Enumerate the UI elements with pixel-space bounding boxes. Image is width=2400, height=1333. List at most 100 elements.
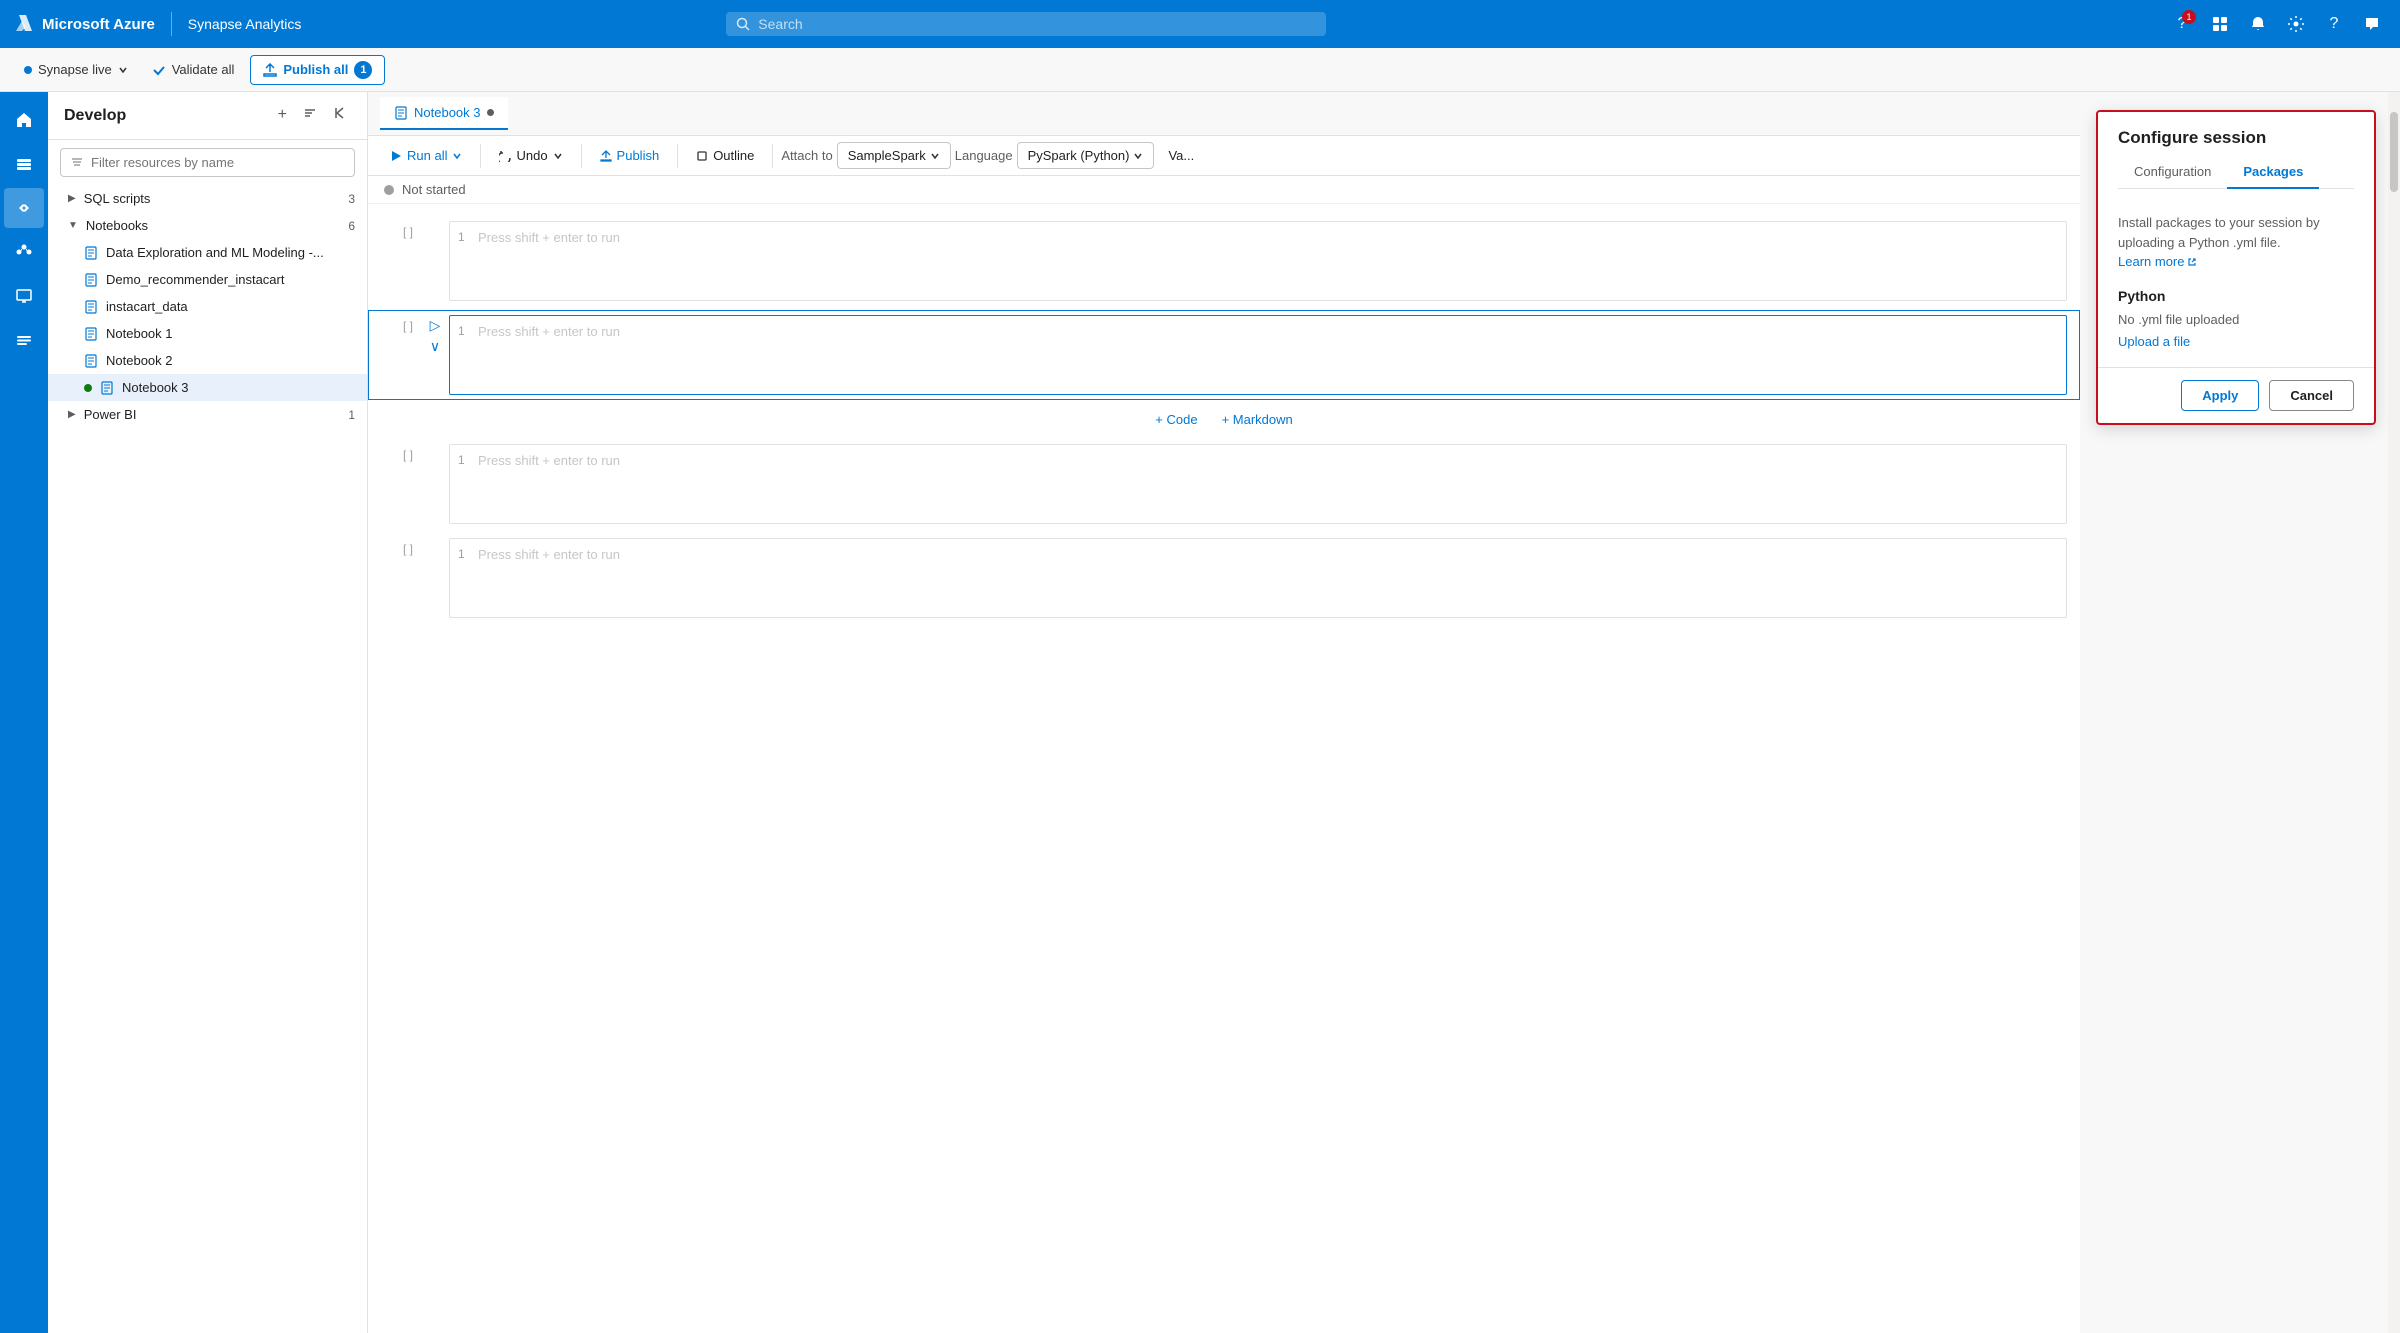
tree-notebooks[interactable]: ▼ Notebooks 6 — [48, 212, 367, 239]
tree-instacart-data[interactable]: instacart_data — [48, 293, 367, 320]
settings-icon-btn[interactable] — [2280, 8, 2312, 40]
notebook-toolbar: Run all Undo Publish — [368, 136, 2080, 176]
toolbar-divider-1 — [480, 144, 481, 168]
develop-nav-btn[interactable] — [4, 188, 44, 228]
cell-1-gutter: [ ] — [381, 221, 421, 239]
search-input[interactable] — [758, 16, 1316, 32]
cell-4-content[interactable]: 1 Press shift + enter to run — [449, 538, 2067, 618]
develop-title: Develop — [64, 107, 126, 125]
collapse-sidebar-btn[interactable] — [329, 104, 351, 127]
config-tab-packages[interactable]: Packages — [2227, 156, 2319, 189]
language-dropdown[interactable]: PySpark (Python) — [1017, 142, 1155, 169]
cell-1-line-num: 1 — [458, 230, 465, 244]
home-nav-btn[interactable] — [4, 100, 44, 140]
publish-all-button[interactable]: Publish all 1 — [250, 55, 385, 85]
cancel-button[interactable]: Cancel — [2269, 380, 2354, 411]
language-value: PySpark (Python) — [1028, 148, 1130, 163]
apps-icon-btn[interactable] — [2204, 8, 2236, 40]
tree-demo-recommender[interactable]: Demo_recommender_instacart — [48, 266, 367, 293]
config-tab-configuration[interactable]: Configuration — [2118, 156, 2227, 189]
language-label: Language — [955, 148, 1013, 163]
packages-tab-label: Packages — [2243, 164, 2303, 179]
publish-button[interactable]: Publish — [590, 143, 670, 168]
tree-notebook-1[interactable]: Notebook 1 — [48, 320, 367, 347]
cell-4-line-num: 1 — [458, 547, 465, 561]
manage-nav-btn[interactable] — [4, 320, 44, 360]
synapse-live-label: Synapse live — [38, 62, 112, 77]
collapse-all-btn[interactable] — [299, 104, 321, 127]
validate-all-btn[interactable]: Validate all — [144, 58, 243, 81]
table-row: [ ] 1 Press shift + enter to run — [368, 216, 2080, 306]
undo-label: Undo — [516, 148, 547, 163]
learn-more-label: Learn more — [2118, 252, 2184, 272]
publish-all-label: Publish all — [283, 62, 348, 77]
cell-2-controls: ▷ ∨ — [421, 315, 449, 355]
table-row: [ ] 1 Press shift + enter to run — [368, 439, 2080, 529]
learn-more-link[interactable]: Learn more — [2118, 252, 2197, 272]
top-navbar: Microsoft Azure Synapse Analytics ? 1 — [0, 0, 2400, 48]
bell-icon-btn[interactable] — [2242, 8, 2274, 40]
tree-notebook-3[interactable]: Notebook 3 — [48, 374, 367, 401]
add-markdown-cell-btn[interactable]: + Markdown — [1222, 412, 1293, 427]
main-content-area: Notebook 3 Run all Undo — [368, 92, 2080, 1333]
cell-3-content[interactable]: 1 Press shift + enter to run — [449, 444, 2067, 524]
integrate-nav-btn[interactable] — [4, 232, 44, 272]
cell-2-content[interactable]: 1 Press shift + enter to run — [449, 315, 2067, 395]
cancel-label: Cancel — [2290, 388, 2333, 403]
apply-button[interactable]: Apply — [2181, 380, 2259, 411]
cell-2-line-num: 1 — [458, 324, 465, 338]
undo-icon — [499, 150, 511, 162]
monitor-nav-btn[interactable] — [4, 276, 44, 316]
run-all-button[interactable]: Run all — [380, 143, 472, 168]
resource-search-box[interactable] — [60, 148, 355, 177]
table-row: [ ] 1 Press shift + enter to run — [368, 533, 2080, 623]
undo-button[interactable]: Undo — [489, 143, 572, 168]
azure-logo-icon — [12, 13, 34, 35]
validate-label: Va... — [1168, 148, 1194, 163]
cell-down-btn[interactable]: ∨ — [430, 338, 440, 355]
tree-data-exploration[interactable]: Data Exploration and ML Modeling -... — [48, 239, 367, 266]
synapse-live-chevron-icon — [118, 65, 128, 75]
config-panel-header: Configure session Configuration Packages — [2098, 112, 2374, 197]
notification-badge: 1 — [2182, 10, 2196, 24]
status-dot — [384, 185, 394, 195]
scroll-thumb[interactable] — [2390, 112, 2398, 192]
synapse-live-btn[interactable]: Synapse live — [16, 58, 136, 81]
synapse-live-dot — [24, 66, 32, 74]
language-chevron-icon — [1133, 151, 1143, 161]
upload-file-label: Upload a file — [2118, 334, 2190, 349]
apps-icon — [2212, 16, 2228, 32]
tree-notebook-2[interactable]: Notebook 2 — [48, 347, 367, 374]
feedback-icon-btn[interactable] — [2356, 8, 2388, 40]
attach-to-dropdown[interactable]: SampleSpark — [837, 142, 951, 169]
toolbar-divider-4 — [772, 144, 773, 168]
sql-scripts-chevron-icon: ▶ — [68, 193, 76, 204]
resource-search-input[interactable] — [91, 155, 344, 170]
tree-sql-scripts[interactable]: ▶ SQL scripts 3 — [48, 185, 367, 212]
outline-button[interactable]: Outline — [686, 143, 764, 168]
scrollbar[interactable] — [2388, 92, 2400, 1333]
cell-1-content[interactable]: 1 Press shift + enter to run — [449, 221, 2067, 301]
config-tabs: Configuration Packages — [2118, 156, 2354, 189]
service-name: Synapse Analytics — [188, 16, 302, 32]
search-bar[interactable] — [726, 12, 1326, 36]
notebook-file-icon-6 — [100, 381, 114, 395]
help-icon-btn[interactable]: ? — [2318, 8, 2350, 40]
tree-power-bi[interactable]: ▶ Power BI 1 — [48, 401, 367, 428]
notifications-icon-btn[interactable]: ? 1 — [2166, 8, 2198, 40]
publish-all-icon — [263, 63, 277, 77]
filter-search-icon — [71, 157, 83, 169]
dev-sidebar: Develop + — [48, 92, 368, 1333]
cell-run-btn[interactable]: ▷ — [430, 317, 441, 334]
add-code-cell-btn[interactable]: + Code — [1155, 412, 1197, 427]
add-resource-btn[interactable]: + — [274, 104, 291, 127]
undo-dropdown-icon — [553, 151, 563, 161]
cell-3-gutter: [ ] — [381, 444, 421, 462]
dev-sidebar-header: Develop + — [48, 92, 367, 140]
validate-button[interactable]: Va... — [1158, 143, 1204, 168]
data-nav-btn[interactable] — [4, 144, 44, 184]
data-exploration-label: Data Exploration and ML Modeling -... — [106, 245, 324, 260]
upload-file-link[interactable]: Upload a file — [2118, 334, 2190, 349]
cells-area: [ ] 1 Press shift + enter to run [ ] ▷ ∨… — [368, 204, 2080, 1333]
notebook-3-tab[interactable]: Notebook 3 — [380, 97, 508, 130]
